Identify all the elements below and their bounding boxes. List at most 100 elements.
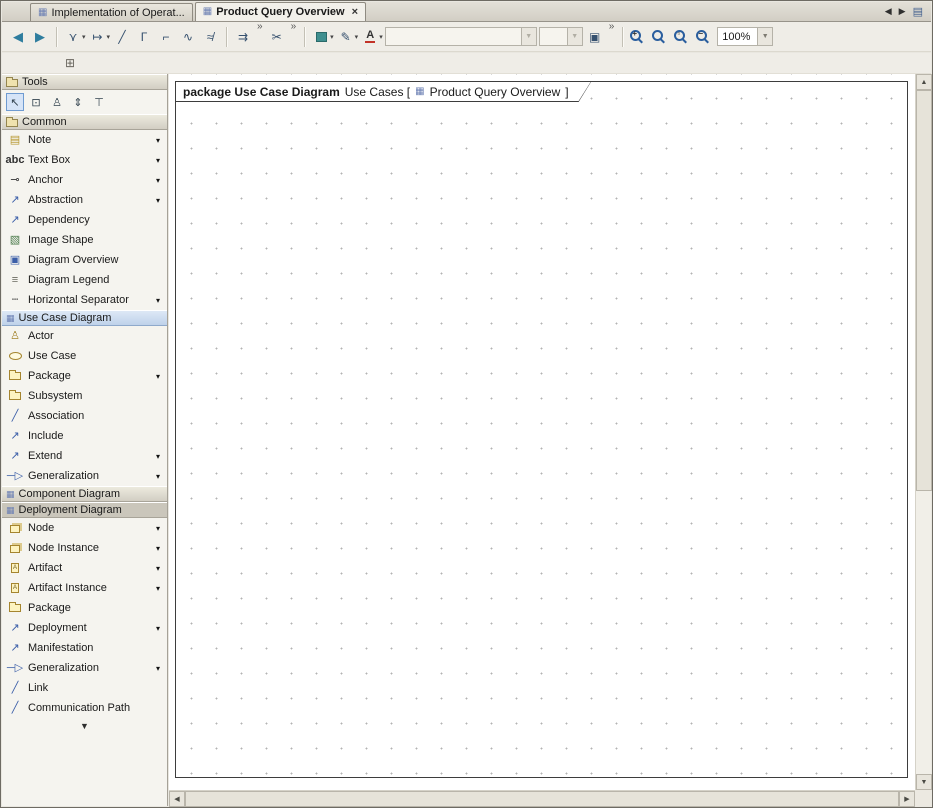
chevron-down-icon[interactable]: ▾ bbox=[82, 33, 86, 41]
palette-item-artifact[interactable]: Artifact ▾ bbox=[2, 558, 167, 578]
line-color-button[interactable]: ✎ bbox=[336, 26, 356, 48]
palette-item-manifestation[interactable]: ↗ Manifestation bbox=[2, 638, 167, 658]
sticky-path-tool-button[interactable]: ↦ bbox=[88, 26, 108, 48]
palette-item-node-instance[interactable]: Node Instance ▾ bbox=[2, 538, 167, 558]
palette-item-use-case[interactable]: Use Case bbox=[2, 346, 167, 366]
scroll-right-icon[interactable]: ▶ bbox=[899, 791, 915, 807]
oblique-path-button[interactable]: ╱ bbox=[112, 26, 132, 48]
palette-item-communication-path[interactable]: ╱ Communication Path bbox=[2, 698, 167, 718]
zoom-out-button[interactable]: − bbox=[695, 29, 715, 44]
palette-item-image-shape[interactable]: ▧ Image Shape bbox=[2, 230, 167, 250]
palette-item-subsystem[interactable]: Subsystem bbox=[2, 386, 167, 406]
close-tab-icon[interactable]: × bbox=[352, 6, 358, 18]
palette-section-common[interactable]: Common bbox=[2, 114, 167, 130]
secondary-combo[interactable]: ▼ bbox=[539, 27, 583, 46]
chevron-down-icon[interactable]: ▾ bbox=[156, 664, 162, 673]
secondary-toolbar-button[interactable]: ⊞ bbox=[60, 52, 80, 74]
toolbar-overflow-icon[interactable]: » bbox=[257, 22, 263, 32]
custom-path-button[interactable]: ≉ bbox=[200, 26, 220, 48]
diagram-frame[interactable]: package Use Case Diagram Use Cases [ ▦ P… bbox=[175, 81, 908, 778]
font-color-button[interactable]: A bbox=[360, 26, 380, 48]
chevron-down-icon[interactable]: ▾ bbox=[156, 196, 162, 205]
palette-section-tools[interactable]: Tools bbox=[2, 74, 167, 90]
chevron-down-icon[interactable]: ▾ bbox=[156, 296, 162, 305]
vertical-scrollbar[interactable]: ▲ ▼ bbox=[915, 74, 931, 790]
palette-item-horizontal-separator[interactable]: ┄ Horizontal Separator ▾ bbox=[2, 290, 167, 310]
palette-item-include[interactable]: ↗ Include bbox=[2, 426, 167, 446]
horizontal-scrollbar-thumb[interactable] bbox=[185, 791, 899, 807]
toolbar-overflow-icon[interactable]: » bbox=[291, 22, 297, 32]
fill-color-button[interactable] bbox=[311, 26, 331, 48]
chevron-down-icon[interactable]: ▾ bbox=[156, 524, 162, 533]
chevron-down-icon[interactable]: ▾ bbox=[156, 156, 162, 165]
palette-item-diagram-legend[interactable]: ≡ Diagram Legend bbox=[2, 270, 167, 290]
palette-item-node[interactable]: Node ▾ bbox=[2, 518, 167, 538]
vertical-scrollbar-thumb[interactable] bbox=[916, 90, 932, 491]
rectilinear-path-button[interactable]: Γ bbox=[134, 26, 154, 48]
swimlane-tool-button[interactable]: ♙ bbox=[48, 93, 66, 111]
horizontal-scrollbar[interactable]: ◀ ▶ bbox=[169, 790, 915, 806]
combo-arrow-icon[interactable]: ▼ bbox=[521, 28, 536, 45]
palette-scroll-down-button[interactable]: ▼ bbox=[2, 718, 167, 734]
tab-implementation-of-operations[interactable]: ▦ Implementation of Operat... bbox=[30, 3, 193, 21]
palette-item-deployment[interactable]: ↗ Deployment ▾ bbox=[2, 618, 167, 638]
selection-filter-button[interactable]: ⊡ bbox=[27, 93, 45, 111]
window-list-icon[interactable]: ▤ bbox=[913, 5, 923, 18]
autosize-button[interactable]: ⇉ bbox=[233, 26, 253, 48]
vertical-resize-tool-button[interactable]: ⇕ bbox=[69, 93, 87, 111]
scroll-down-icon[interactable]: ▼ bbox=[916, 774, 932, 790]
combo-arrow-icon[interactable]: ▼ bbox=[757, 28, 772, 45]
chevron-down-icon[interactable]: ▾ bbox=[379, 33, 383, 41]
zoom-reset-button[interactable] bbox=[651, 29, 671, 44]
chevron-down-icon[interactable]: ▾ bbox=[156, 624, 162, 633]
toolbar-overflow-icon[interactable]: » bbox=[609, 22, 615, 32]
chevron-down-icon[interactable]: ▾ bbox=[330, 33, 334, 41]
palette-item-abstraction[interactable]: ↗ Abstraction ▾ bbox=[2, 190, 167, 210]
palette-item-note[interactable]: ▤ Note ▾ bbox=[2, 130, 167, 150]
chevron-down-icon[interactable]: ▾ bbox=[156, 136, 162, 145]
style-combo[interactable]: ▼ bbox=[385, 27, 537, 46]
draw-path-tool-button[interactable]: ⋎ bbox=[63, 26, 83, 48]
chevron-down-icon[interactable]: ▾ bbox=[156, 452, 162, 461]
scroll-up-icon[interactable]: ▲ bbox=[916, 74, 932, 90]
fit-in-window-button[interactable]: ▫ bbox=[673, 29, 693, 44]
back-button[interactable]: ◀ bbox=[8, 26, 28, 48]
palette-item-diagram-overview[interactable]: ▣ Diagram Overview bbox=[2, 250, 167, 270]
palette-section-component-diagram[interactable]: ▦ Component Diagram bbox=[2, 486, 167, 502]
palette-item-link[interactable]: ╱ Link bbox=[2, 678, 167, 698]
palette-item-actor[interactable]: ♙ Actor bbox=[2, 326, 167, 346]
chevron-down-icon[interactable]: ▾ bbox=[156, 372, 162, 381]
forward-button[interactable]: ▶ bbox=[30, 26, 50, 48]
align-tool-button[interactable]: ⊤ bbox=[90, 93, 108, 111]
chevron-down-icon[interactable]: ▾ bbox=[156, 544, 162, 553]
palette-item-association[interactable]: ╱ Association bbox=[2, 406, 167, 426]
chevron-down-icon[interactable]: ▾ bbox=[156, 564, 162, 573]
chevron-down-icon[interactable]: ▾ bbox=[107, 33, 111, 41]
palette-item-text-box[interactable]: abc Text Box ▾ bbox=[2, 150, 167, 170]
curved-path-button[interactable]: ∿ bbox=[178, 26, 198, 48]
palette-item-package[interactable]: Package ▾ bbox=[2, 366, 167, 386]
diagram-canvas[interactable]: package Use Case Diagram Use Cases [ ▦ P… bbox=[169, 74, 915, 790]
previous-tab-icon[interactable]: ◀ bbox=[885, 6, 892, 17]
combo-arrow-icon[interactable]: ▼ bbox=[567, 28, 582, 45]
palette-item-generalization[interactable]: ─▷ Generalization ▾ bbox=[2, 466, 167, 486]
palette-item-deployment-package[interactable]: Package bbox=[2, 598, 167, 618]
next-tab-icon[interactable]: ▶ bbox=[899, 6, 906, 17]
palette-section-deployment-diagram[interactable]: ▦ Deployment Diagram bbox=[2, 502, 167, 518]
palette-section-use-case-diagram[interactable]: ▦ Use Case Diagram bbox=[2, 310, 167, 326]
palette-item-artifact-instance[interactable]: Artifact Instance ▾ bbox=[2, 578, 167, 598]
bent-path-button[interactable]: ⌐ bbox=[156, 26, 176, 48]
image-tool-button[interactable]: ▣ bbox=[585, 26, 605, 48]
palette-item-extend[interactable]: ↗ Extend ▾ bbox=[2, 446, 167, 466]
chevron-down-icon[interactable]: ▾ bbox=[156, 176, 162, 185]
refactor-cut-button[interactable]: ✂ bbox=[267, 26, 287, 48]
zoom-level-combo[interactable]: 100% ▼ bbox=[717, 27, 773, 46]
tab-product-query-overview[interactable]: ▦ Product Query Overview × bbox=[195, 2, 366, 21]
chevron-down-icon[interactable]: ▾ bbox=[156, 472, 162, 481]
palette-item-anchor[interactable]: ⊸ Anchor ▾ bbox=[2, 170, 167, 190]
palette-item-dependency[interactable]: ↗ Dependency bbox=[2, 210, 167, 230]
chevron-down-icon[interactable]: ▾ bbox=[156, 584, 162, 593]
selection-tool-button[interactable]: ↖ bbox=[6, 93, 24, 111]
scroll-left-icon[interactable]: ◀ bbox=[169, 791, 185, 807]
chevron-down-icon[interactable]: ▾ bbox=[355, 33, 359, 41]
